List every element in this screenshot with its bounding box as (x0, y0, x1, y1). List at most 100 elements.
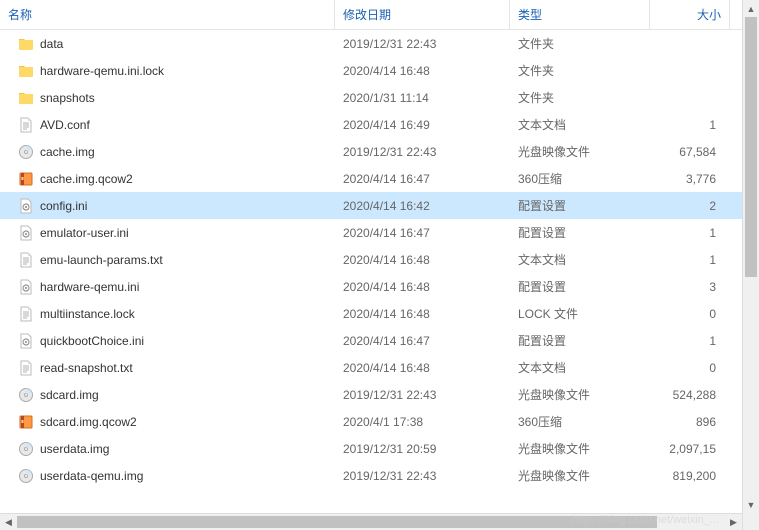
file-size-cell: 1 (650, 226, 730, 240)
file-date-cell: 2020/4/14 16:48 (335, 253, 510, 267)
file-row[interactable]: multiinstance.lock2020/4/14 16:48LOCK 文件… (0, 300, 742, 327)
column-header-type[interactable]: 类型 (510, 0, 650, 29)
file-type-cell: 光盘映像文件 (510, 143, 650, 160)
disc-icon (18, 387, 34, 403)
file-date-cell: 2020/4/1 17:38 (335, 415, 510, 429)
folder-icon (18, 90, 34, 106)
file-date-cell: 2020/4/14 16:49 (335, 118, 510, 132)
file-size-cell: 3,776 (650, 172, 730, 186)
column-header-name[interactable]: 名称 (0, 0, 335, 29)
file-type-cell: 光盘映像文件 (510, 386, 650, 403)
scroll-down-arrow-icon[interactable]: ▼ (743, 496, 759, 513)
horizontal-scroll-thumb[interactable] (17, 516, 657, 528)
ini-icon (18, 279, 34, 295)
file-date-cell: 2020/1/31 11:14 (335, 91, 510, 105)
file-name-cell: emulator-user.ini (0, 225, 335, 241)
file-type-cell: 文本文档 (510, 116, 650, 133)
vertical-scroll-thumb[interactable] (745, 17, 757, 277)
file-type-cell: 文件夹 (510, 62, 650, 79)
file-name-label: hardware-qemu.ini (40, 280, 139, 294)
file-type-cell: 文本文档 (510, 251, 650, 268)
file-row[interactable]: userdata-qemu.img2019/12/31 22:43光盘映像文件8… (0, 462, 742, 489)
file-name-cell: multiinstance.lock (0, 306, 335, 322)
file-size-cell: 2 (650, 199, 730, 213)
vertical-scrollbar[interactable]: ▲ ▼ (742, 0, 759, 530)
file-name-cell: hardware-qemu.ini (0, 279, 335, 295)
file-size-cell: 896 (650, 415, 730, 429)
file-size-cell: 0 (650, 361, 730, 375)
file-name-cell: sdcard.img.qcow2 (0, 414, 335, 430)
file-name-cell: snapshots (0, 90, 335, 106)
text-icon (18, 117, 34, 133)
file-name-label: userdata.img (40, 442, 109, 456)
file-row[interactable]: hardware-qemu.ini2020/4/14 16:48配置设置3 (0, 273, 742, 300)
file-name-cell: config.ini (0, 198, 335, 214)
disc-icon (18, 144, 34, 160)
file-name-label: multiinstance.lock (40, 307, 135, 321)
file-row[interactable]: userdata.img2019/12/31 20:59光盘映像文件2,097,… (0, 435, 742, 462)
scroll-left-arrow-icon[interactable]: ◀ (0, 514, 17, 530)
folder-icon (18, 63, 34, 79)
file-row[interactable]: emulator-user.ini2020/4/14 16:47配置设置1 (0, 219, 742, 246)
file-name-label: AVD.conf (40, 118, 90, 132)
file-name-cell: emu-launch-params.txt (0, 252, 335, 268)
column-header-date[interactable]: 修改日期 (335, 0, 510, 29)
file-name-label: snapshots (40, 91, 95, 105)
text-icon (18, 306, 34, 322)
scroll-right-arrow-icon[interactable]: ▶ (725, 514, 742, 530)
ini-icon (18, 333, 34, 349)
file-name-label: cache.img (40, 145, 95, 159)
file-size-cell: 67,584 (650, 145, 730, 159)
file-size-cell: 1 (650, 334, 730, 348)
file-name-label: sdcard.img.qcow2 (40, 415, 137, 429)
file-type-cell: 360压缩 (510, 413, 650, 430)
file-type-cell: 配置设置 (510, 278, 650, 295)
file-size-cell: 1 (650, 253, 730, 267)
scroll-up-arrow-icon[interactable]: ▲ (743, 0, 759, 17)
ini-icon (18, 225, 34, 241)
file-row[interactable]: emu-launch-params.txt2020/4/14 16:48文本文档… (0, 246, 742, 273)
file-date-cell: 2019/12/31 22:43 (335, 388, 510, 402)
file-size-cell: 524,288 (650, 388, 730, 402)
file-date-cell: 2020/4/14 16:48 (335, 307, 510, 321)
file-row[interactable]: sdcard.img.qcow2 2020/4/1 17:38360压缩896 (0, 408, 742, 435)
file-name-cell: sdcard.img (0, 387, 335, 403)
column-header-size[interactable]: 大小 (650, 0, 730, 29)
file-name-label: config.ini (40, 199, 87, 213)
file-name-label: quickbootChoice.ini (40, 334, 144, 348)
file-row[interactable]: quickbootChoice.ini2020/4/14 16:47配置设置1 (0, 327, 742, 354)
file-type-cell: 光盘映像文件 (510, 467, 650, 484)
file-row[interactable]: cache.img 2019/12/31 22:43光盘映像文件67,584 (0, 138, 742, 165)
file-date-cell: 2019/12/31 22:43 (335, 469, 510, 483)
file-row[interactable]: data2019/12/31 22:43文件夹 (0, 30, 742, 57)
disc-icon (18, 468, 34, 484)
file-name-label: hardware-qemu.ini.lock (40, 64, 164, 78)
file-date-cell: 2020/4/14 16:47 (335, 226, 510, 240)
file-name-cell: read-snapshot.txt (0, 360, 335, 376)
column-header-row: 名称 修改日期 类型 大小 (0, 0, 742, 30)
archive-icon (18, 414, 34, 430)
archive-icon (18, 171, 34, 187)
file-row[interactable]: hardware-qemu.ini.lock 2020/4/14 16:48文件夹 (0, 57, 742, 84)
file-date-cell: 2020/4/14 16:47 (335, 172, 510, 186)
file-row[interactable]: AVD.conf 2020/4/14 16:49文本文档1 (0, 111, 742, 138)
file-row[interactable]: sdcard.img2019/12/31 22:43光盘映像文件524,288 (0, 381, 742, 408)
file-date-cell: 2019/12/31 22:43 (335, 145, 510, 159)
file-row[interactable]: snapshots 2020/1/31 11:14文件夹 (0, 84, 742, 111)
file-row[interactable]: config.ini2020/4/14 16:42配置设置2 (0, 192, 742, 219)
file-name-cell: userdata.img (0, 441, 335, 457)
file-name-label: read-snapshot.txt (40, 361, 133, 375)
file-date-cell: 2020/4/14 16:48 (335, 280, 510, 294)
horizontal-scrollbar[interactable]: ◀ ▶ (0, 513, 742, 530)
file-name-cell: hardware-qemu.ini.lock (0, 63, 335, 79)
file-size-cell: 819,200 (650, 469, 730, 483)
file-type-cell: 文件夹 (510, 89, 650, 106)
file-name-label: emulator-user.ini (40, 226, 129, 240)
file-row[interactable]: read-snapshot.txt2020/4/14 16:48文本文档0 (0, 354, 742, 381)
file-size-cell: 1 (650, 118, 730, 132)
file-type-cell: 光盘映像文件 (510, 440, 650, 457)
file-name-cell: data (0, 36, 335, 52)
text-icon (18, 252, 34, 268)
file-row[interactable]: cache.img.qcow22020/4/14 16:47360压缩3,776 (0, 165, 742, 192)
file-date-cell: 2020/4/14 16:48 (335, 64, 510, 78)
